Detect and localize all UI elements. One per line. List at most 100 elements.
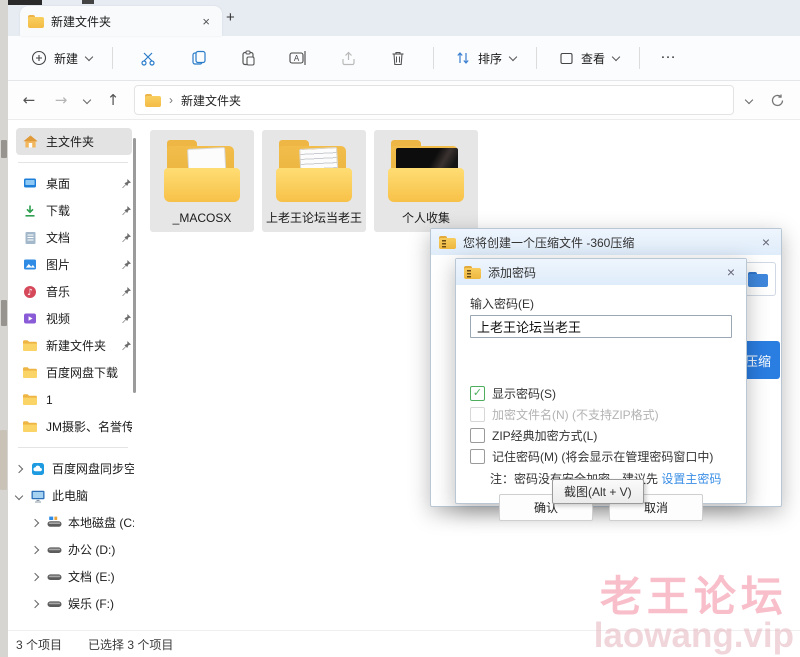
- breadcrumb-separator: ›: [169, 93, 173, 107]
- blue-folder-icon: [748, 272, 768, 287]
- pin-icon: [120, 286, 132, 297]
- scissors-icon: [139, 49, 157, 67]
- svg-text:A: A: [294, 54, 300, 63]
- forward-button[interactable]: →: [50, 91, 72, 109]
- chevron-down-icon[interactable]: [14, 493, 24, 499]
- more-options-button[interactable]: …: [652, 43, 685, 73]
- password-option-3[interactable]: ZIP经典加密方式(L): [470, 425, 732, 446]
- desktop-artifact: [1, 300, 7, 326]
- command-toolbar: 新建 A: [8, 36, 800, 81]
- desktop-icon: [22, 177, 38, 191]
- screen-artifact: [82, 0, 94, 4]
- address-dropdown-button[interactable]: [744, 97, 754, 103]
- sidebar-item-3[interactable]: 文档: [8, 224, 138, 251]
- refresh-icon[interactable]: [768, 91, 786, 109]
- explorer-tab[interactable]: 新建文件夹 ×: [20, 6, 222, 36]
- chevron-right-icon[interactable]: [30, 601, 40, 607]
- tree-item-4[interactable]: 办公 (D:): [8, 536, 138, 563]
- tree-item-label: 本地磁盘 (C:): [68, 514, 134, 531]
- back-button[interactable]: ←: [18, 91, 40, 109]
- large-folder-icon: [274, 140, 354, 202]
- sidebar-item-label: 主文件夹: [46, 133, 126, 150]
- compress-dialog-titlebar[interactable]: 您将创建一个压缩文件 -360压缩 ×: [431, 229, 781, 255]
- new-button[interactable]: 新建: [22, 43, 100, 73]
- tree-item-label: 办公 (D:): [68, 541, 134, 558]
- password-option-4[interactable]: 记住密码(M) (将会显示在管理密码窗口中): [470, 446, 732, 467]
- sidebar-item-label: 音乐: [46, 283, 112, 300]
- sidebar-item-6[interactable]: 视频: [8, 305, 138, 332]
- sidebar-scrollbar[interactable]: [133, 138, 136, 393]
- sidebar-item-8[interactable]: 百度网盘下载: [8, 359, 138, 386]
- sidebar-item-label: JM摄影、名誉传: [46, 418, 132, 435]
- sidebar-divider: [18, 162, 128, 163]
- checkbox-icon[interactable]: ✓: [470, 386, 485, 401]
- close-icon[interactable]: ×: [759, 235, 773, 249]
- drive-icon: [46, 543, 62, 557]
- home-icon: [22, 135, 38, 149]
- pin-icon: [120, 259, 132, 270]
- checkbox-icon[interactable]: [470, 428, 485, 443]
- close-icon[interactable]: ×: [724, 265, 738, 279]
- chevron-right-icon[interactable]: [30, 574, 40, 580]
- view-grid-icon: [557, 49, 575, 67]
- sidebar-item-9[interactable]: 1: [8, 386, 138, 413]
- chevron-right-icon[interactable]: [30, 520, 40, 526]
- add-password-dialog: 添加密码 × 输入密码(E) ✓ 显示密码(S) 加密文件名(N) (不支持ZIP格…: [455, 258, 747, 504]
- status-bar: 3 个项目 已选择 3 个项目: [8, 630, 800, 657]
- sidebar-item-label: 1: [46, 393, 132, 407]
- tree-item-label: 此电脑: [52, 487, 134, 504]
- cut-button[interactable]: [131, 43, 165, 73]
- checkbox-icon[interactable]: [470, 449, 485, 464]
- tab-close-icon[interactable]: ×: [198, 14, 214, 29]
- breadcrumb-path: 新建文件夹: [181, 92, 241, 109]
- cloud-icon: [30, 462, 46, 476]
- folder-icon: [22, 366, 38, 380]
- breadcrumb[interactable]: › 新建文件夹: [134, 85, 734, 115]
- tree-item-5[interactable]: 文档 (E:): [8, 563, 138, 590]
- zip-archive-icon: [439, 236, 456, 249]
- folder-tile-3[interactable]: 个人收集: [374, 130, 478, 232]
- view-button[interactable]: 查看: [549, 43, 627, 73]
- rename-button[interactable]: A: [281, 43, 315, 73]
- pictures-icon: [22, 258, 38, 272]
- sidebar-item-1[interactable]: 桌面: [8, 170, 138, 197]
- sidebar-item-7[interactable]: 新建文件夹: [8, 332, 138, 359]
- new-tab-button[interactable]: +: [226, 10, 235, 25]
- delete-button[interactable]: [381, 43, 415, 73]
- sidebar-item-10[interactable]: JM摄影、名誉传: [8, 413, 138, 440]
- folder-tile-2[interactable]: 上老王论坛当老王: [262, 130, 366, 232]
- recent-locations-button[interactable]: [82, 97, 92, 103]
- password-input[interactable]: [470, 315, 732, 338]
- set-master-password-link[interactable]: 设置主密码: [661, 472, 721, 486]
- new-button-label: 新建: [54, 50, 78, 67]
- chevron-right-icon[interactable]: [14, 466, 24, 472]
- video-icon: [22, 312, 38, 326]
- screenshot-tooltip: 截图(Alt + V): [552, 479, 644, 504]
- sidebar-item-5[interactable]: ♪音乐: [8, 278, 138, 305]
- paste-button[interactable]: [231, 43, 265, 73]
- pin-icon: [120, 178, 132, 189]
- sidebar-item-home[interactable]: 主文件夹: [16, 128, 132, 155]
- share-button[interactable]: [331, 43, 365, 73]
- password-input-label: 输入密码(E): [470, 295, 732, 312]
- ellipsis-icon: …: [660, 45, 677, 63]
- chevron-right-icon[interactable]: [30, 547, 40, 553]
- sort-button-label: 排序: [478, 50, 502, 67]
- tree-item-3[interactable]: 本地磁盘 (C:): [8, 509, 138, 536]
- sort-button[interactable]: 排序: [446, 43, 524, 73]
- password-dialog-titlebar[interactable]: 添加密码 ×: [456, 259, 746, 285]
- tree-item-6[interactable]: 娱乐 (F:): [8, 590, 138, 617]
- sidebar-item-label: 新建文件夹: [46, 337, 112, 354]
- checkbox-label: 加密文件名(N) (不支持ZIP格式): [492, 406, 659, 423]
- tree-item-1[interactable]: 百度网盘同步空: [8, 455, 138, 482]
- password-option-1[interactable]: ✓ 显示密码(S): [470, 383, 732, 404]
- sidebar-item-2[interactable]: 下载: [8, 197, 138, 224]
- sidebar-item-label: 百度网盘下载: [46, 364, 132, 381]
- large-folder-icon: [162, 140, 242, 202]
- checkbox-label: 显示密码(S): [492, 385, 556, 402]
- sidebar-item-4[interactable]: 图片: [8, 251, 138, 278]
- tree-item-2[interactable]: 此电脑: [8, 482, 138, 509]
- up-button[interactable]: ↑: [102, 91, 124, 109]
- folder-tile-1[interactable]: _MACOSX: [150, 130, 254, 232]
- copy-button[interactable]: [181, 43, 215, 73]
